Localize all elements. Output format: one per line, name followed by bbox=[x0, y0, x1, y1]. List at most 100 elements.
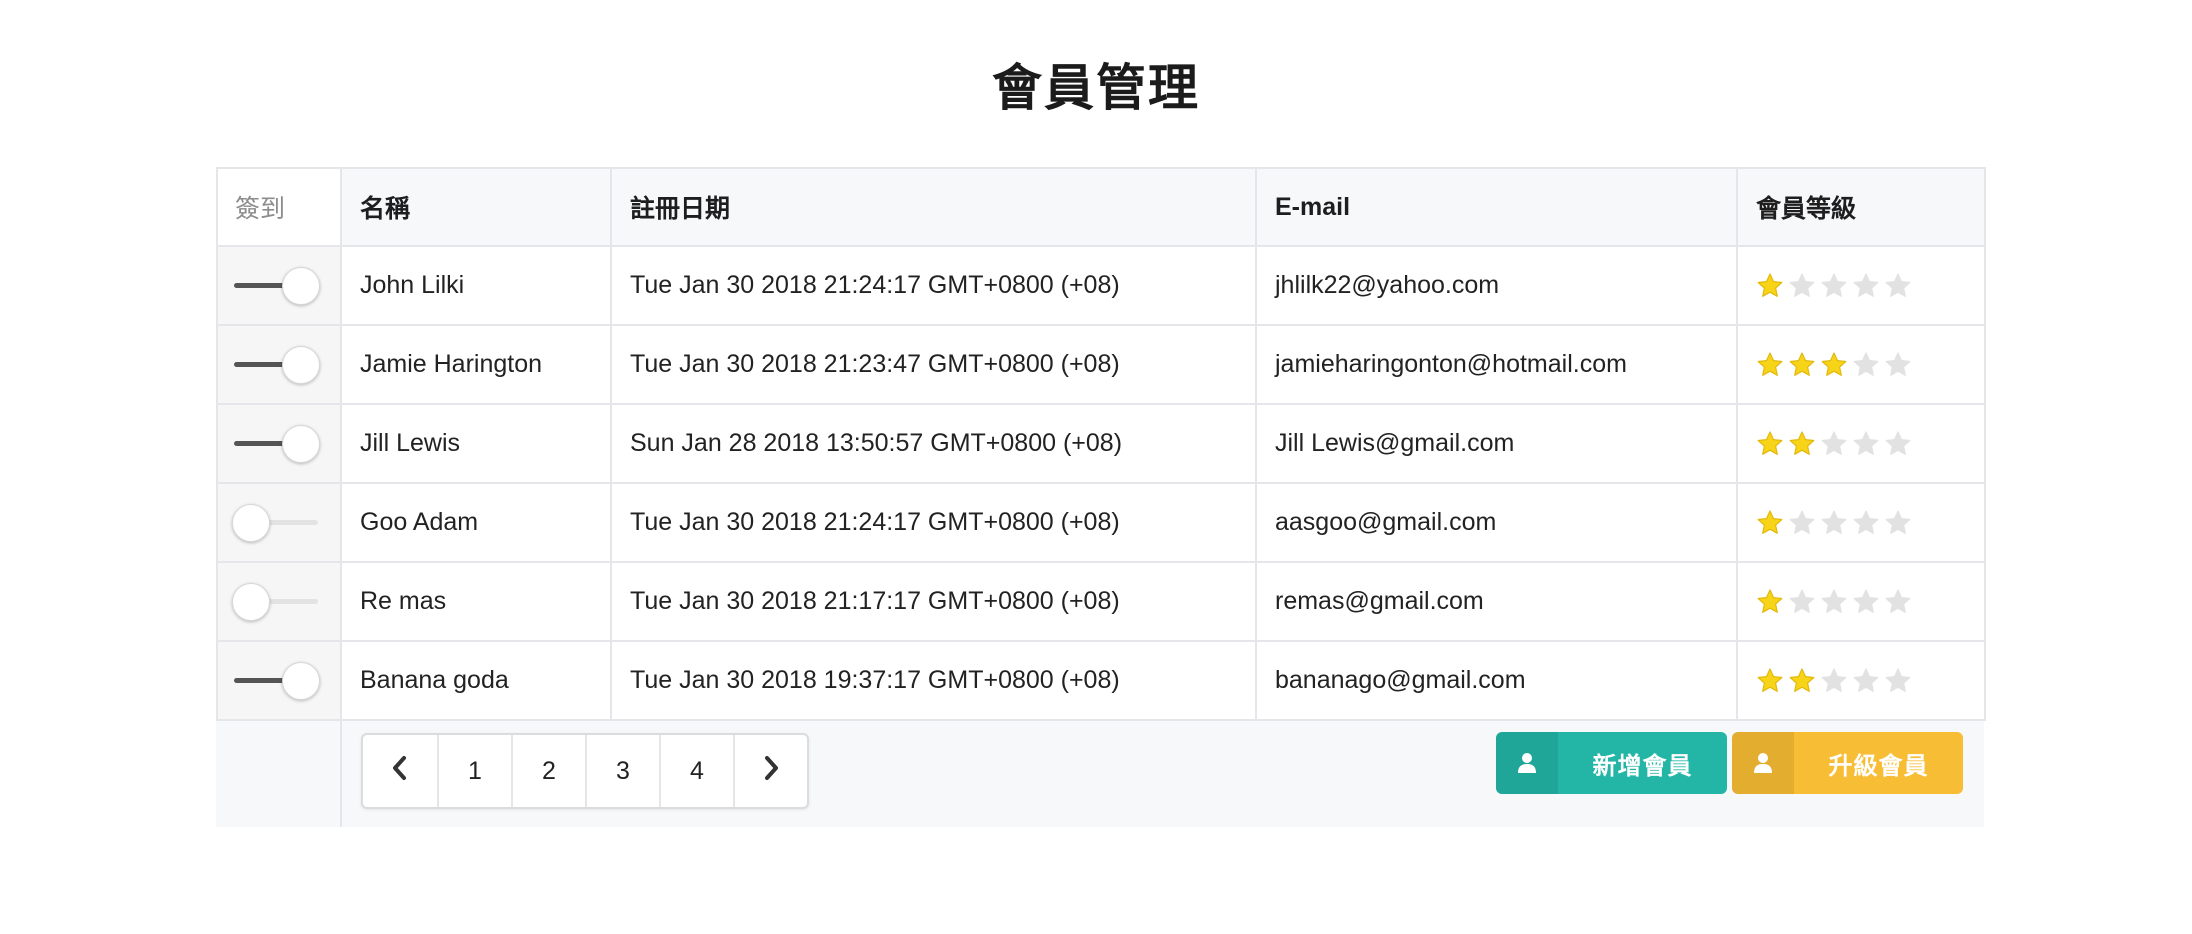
user-icon bbox=[1732, 732, 1794, 794]
table-row: John Lilki Tue Jan 30 2018 21:24:17 GMT+0… bbox=[216, 245, 1986, 326]
pagination: 1 2 3 4 bbox=[361, 733, 809, 809]
star-icon[interactable] bbox=[1788, 509, 1816, 537]
checkin-toggle[interactable] bbox=[232, 266, 320, 305]
email-cell: remas@gmail.com bbox=[1255, 561, 1738, 642]
star-icon[interactable] bbox=[1884, 430, 1912, 458]
level-rating[interactable] bbox=[1756, 272, 1912, 300]
member-name-cell: Jill Lewis bbox=[340, 403, 612, 484]
user-icon bbox=[1496, 732, 1558, 794]
chevron-left-icon bbox=[389, 755, 411, 788]
checkin-cell bbox=[216, 324, 342, 405]
member-level-cell bbox=[1736, 245, 1986, 326]
star-icon[interactable] bbox=[1756, 509, 1784, 537]
star-icon[interactable] bbox=[1756, 588, 1784, 616]
checkin-toggle[interactable] bbox=[232, 424, 320, 463]
star-icon[interactable] bbox=[1820, 272, 1848, 300]
level-rating[interactable] bbox=[1756, 351, 1912, 379]
level-rating[interactable] bbox=[1756, 509, 1912, 537]
level-rating[interactable] bbox=[1756, 588, 1912, 616]
checkin-toggle[interactable] bbox=[232, 503, 320, 542]
checkin-toggle[interactable] bbox=[232, 661, 320, 700]
email-cell: bananago@gmail.com bbox=[1255, 640, 1738, 721]
page-title: 會員管理 bbox=[992, 60, 1200, 116]
star-icon[interactable] bbox=[1852, 588, 1880, 616]
star-icon[interactable] bbox=[1756, 430, 1784, 458]
table-row: Goo Adam Tue Jan 30 2018 21:24:17 GMT+080… bbox=[216, 482, 1986, 563]
star-icon[interactable] bbox=[1884, 509, 1912, 537]
add-member-label: 新增會員 bbox=[1592, 752, 1693, 780]
column-header-name[interactable]: 名稱 bbox=[340, 167, 612, 247]
footer-divider bbox=[340, 714, 342, 827]
column-header-level[interactable]: 會員等級 bbox=[1736, 167, 1986, 247]
star-icon[interactable] bbox=[1820, 509, 1848, 537]
registered-date-cell: Tue Jan 30 2018 21:24:17 GMT+0800 (+08) bbox=[610, 245, 1257, 326]
star-icon[interactable] bbox=[1884, 667, 1912, 695]
level-rating[interactable] bbox=[1756, 430, 1912, 458]
member-name-cell: Banana goda bbox=[340, 640, 612, 721]
star-icon[interactable] bbox=[1820, 667, 1848, 695]
pagination-next-button[interactable] bbox=[733, 735, 807, 807]
checkin-toggle[interactable] bbox=[232, 582, 320, 621]
star-icon[interactable] bbox=[1852, 351, 1880, 379]
member-level-cell bbox=[1736, 324, 1986, 405]
member-name-cell: Jamie Harington bbox=[340, 324, 612, 405]
table-row: Banana goda Tue Jan 30 2018 19:37:17 GMT+… bbox=[216, 640, 1986, 721]
checkin-cell bbox=[216, 403, 342, 484]
pagination-page-3[interactable]: 3 bbox=[585, 735, 659, 807]
registered-date-cell: Tue Jan 30 2018 21:23:47 GMT+0800 (+08) bbox=[610, 324, 1257, 405]
email-cell: jamieharingonton@hotmail.com bbox=[1255, 324, 1738, 405]
star-icon[interactable] bbox=[1788, 588, 1816, 616]
pagination-prev-button[interactable] bbox=[363, 735, 437, 807]
star-icon[interactable] bbox=[1756, 272, 1784, 300]
checkin-cell bbox=[216, 482, 342, 563]
upgrade-member-button[interactable]: 升級會員 bbox=[1732, 732, 1963, 794]
column-header-email[interactable]: E-mail bbox=[1255, 167, 1738, 247]
column-header-checkin[interactable]: 簽到 bbox=[216, 167, 342, 247]
checkin-toggle[interactable] bbox=[232, 345, 320, 384]
member-level-cell bbox=[1736, 561, 1986, 642]
member-level-cell bbox=[1736, 482, 1986, 563]
email-cell: aasgoo@gmail.com bbox=[1255, 482, 1738, 563]
star-icon[interactable] bbox=[1788, 667, 1816, 695]
table-row: Jill Lewis Sun Jan 28 2018 13:50:57 GMT+0… bbox=[216, 403, 1986, 484]
member-name-cell: John Lilki bbox=[340, 245, 612, 326]
star-icon[interactable] bbox=[1884, 351, 1912, 379]
star-icon[interactable] bbox=[1852, 272, 1880, 300]
chevron-right-icon bbox=[760, 755, 782, 788]
level-rating[interactable] bbox=[1756, 667, 1912, 695]
member-name-cell: Re mas bbox=[340, 561, 612, 642]
pagination-page-1[interactable]: 1 bbox=[437, 735, 511, 807]
members-table: 簽到 名稱 註冊日期 E-mail 會員等級 John Lilki Tue Jan… bbox=[216, 167, 1986, 721]
star-icon[interactable] bbox=[1756, 667, 1784, 695]
table-row: Re mas Tue Jan 30 2018 21:17:17 GMT+0800 … bbox=[216, 561, 1986, 642]
star-icon[interactable] bbox=[1852, 509, 1880, 537]
column-header-registered[interactable]: 註冊日期 bbox=[610, 167, 1257, 247]
star-icon[interactable] bbox=[1756, 351, 1784, 379]
star-icon[interactable] bbox=[1820, 430, 1848, 458]
star-icon[interactable] bbox=[1788, 351, 1816, 379]
table-row: Jamie Harington Tue Jan 30 2018 21:23:47 … bbox=[216, 324, 1986, 405]
star-icon[interactable] bbox=[1788, 430, 1816, 458]
star-icon[interactable] bbox=[1820, 588, 1848, 616]
registered-date-cell: Sun Jan 28 2018 13:50:57 GMT+0800 (+08) bbox=[610, 403, 1257, 484]
star-icon[interactable] bbox=[1788, 272, 1816, 300]
registered-date-cell: Tue Jan 30 2018 21:24:17 GMT+0800 (+08) bbox=[610, 482, 1257, 563]
member-level-cell bbox=[1736, 640, 1986, 721]
registered-date-cell: Tue Jan 30 2018 21:17:17 GMT+0800 (+08) bbox=[610, 561, 1257, 642]
add-member-button[interactable]: 新增會員 bbox=[1496, 732, 1727, 794]
star-icon[interactable] bbox=[1884, 272, 1912, 300]
pagination-page-2[interactable]: 2 bbox=[511, 735, 585, 807]
registered-date-cell: Tue Jan 30 2018 19:37:17 GMT+0800 (+08) bbox=[610, 640, 1257, 721]
star-icon[interactable] bbox=[1852, 430, 1880, 458]
checkin-cell bbox=[216, 640, 342, 721]
star-icon[interactable] bbox=[1820, 351, 1848, 379]
members-table-wrap: 簽到 名稱 註冊日期 E-mail 會員等級 John Lilki Tue Jan… bbox=[216, 167, 1986, 721]
checkin-cell bbox=[216, 245, 342, 326]
member-level-cell bbox=[1736, 403, 1986, 484]
email-cell: Jill Lewis@gmail.com bbox=[1255, 403, 1738, 484]
email-cell: jhlilk22@yahoo.com bbox=[1255, 245, 1738, 326]
star-icon[interactable] bbox=[1884, 588, 1912, 616]
pagination-page-4[interactable]: 4 bbox=[659, 735, 733, 807]
star-icon[interactable] bbox=[1852, 667, 1880, 695]
member-name-cell: Goo Adam bbox=[340, 482, 612, 563]
